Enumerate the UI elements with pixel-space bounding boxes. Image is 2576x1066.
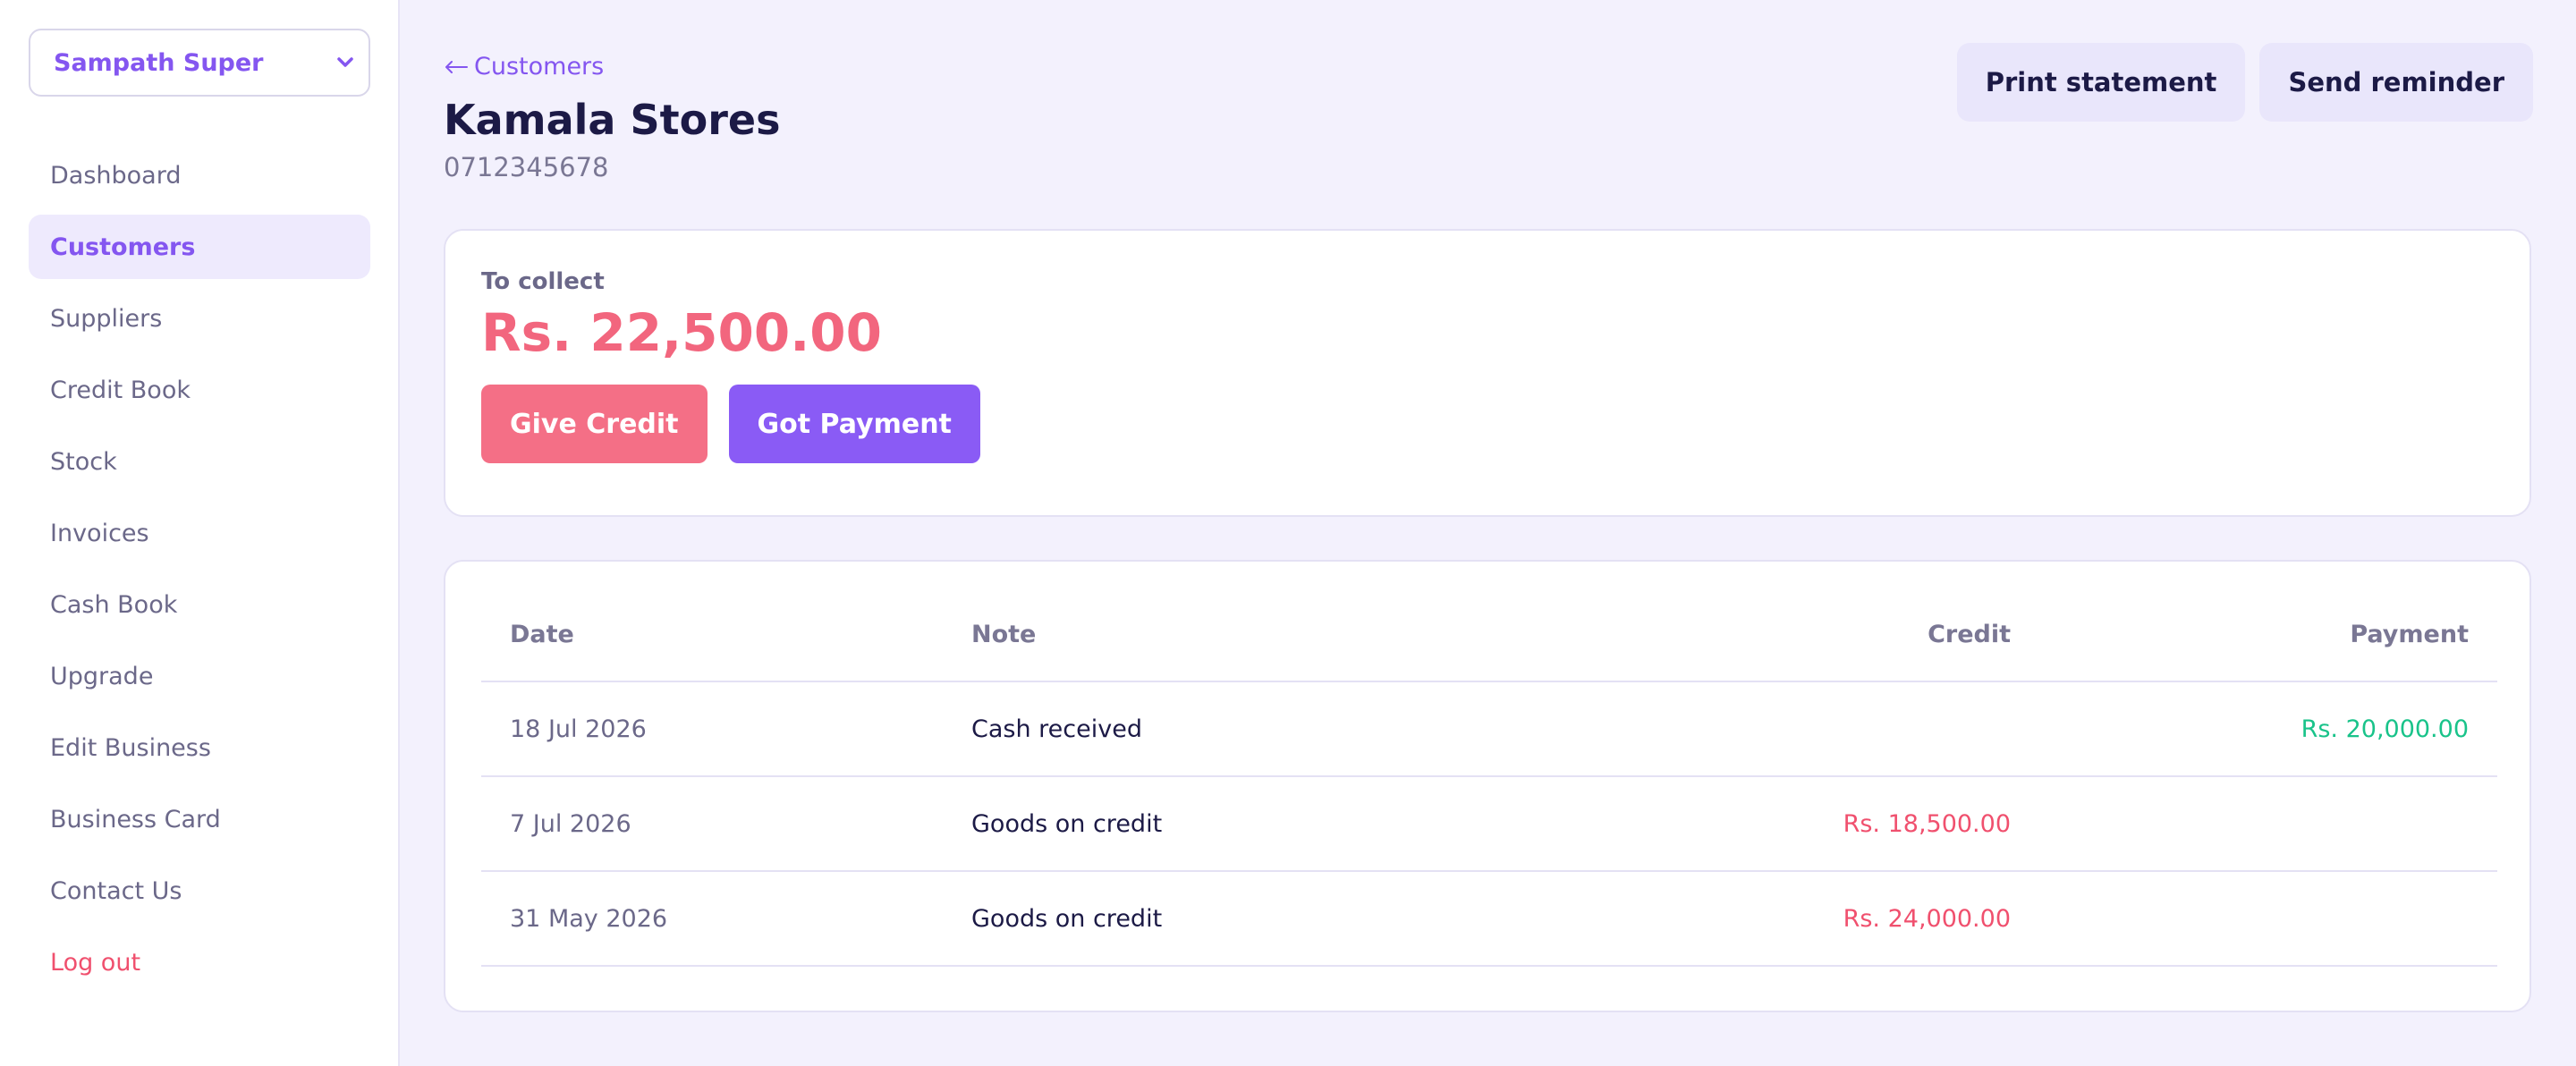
table-row[interactable]: 7 Jul 2026 Goods on credit Rs. 18,500.00: [481, 776, 2497, 872]
sidebar-item-edit-business[interactable]: Edit Business: [29, 715, 370, 780]
row-date: 18 Jul 2026: [481, 681, 943, 777]
column-header-date: Date: [481, 588, 943, 682]
table-row[interactable]: 18 Jul 2026 Cash received Rs. 20,000.00: [481, 681, 2497, 777]
app-root: Sampath Super Dashboard Customers Suppli…: [0, 0, 2576, 1066]
business-select[interactable]: Sampath Super: [29, 29, 370, 97]
row-note: Cash received: [943, 681, 1551, 777]
row-credit: Rs. 24,000.00: [1551, 871, 2039, 967]
sidebar-item-dashboard[interactable]: Dashboard: [29, 143, 370, 207]
transactions-card: Date Note Credit Payment 18 Jul 2026 Cas…: [444, 560, 2531, 1012]
got-payment-button[interactable]: Got Payment: [728, 385, 980, 463]
row-date: 31 May 2026: [481, 871, 943, 967]
business-name: Sampath Super: [54, 48, 264, 77]
row-note: Goods on credit: [943, 871, 1551, 967]
balance-label: To collect: [481, 268, 605, 295]
sidebar-item-credit-book[interactable]: Credit Book: [29, 358, 370, 422]
row-note: Goods on credit: [943, 776, 1551, 872]
column-header-credit: Credit: [1551, 588, 2039, 682]
sidebar-item-logout[interactable]: Log out: [29, 930, 370, 994]
sidebar-item-suppliers[interactable]: Suppliers: [29, 286, 370, 351]
row-payment: [2039, 776, 2497, 872]
transactions-table: Date Note Credit Payment 18 Jul 2026 Cas…: [481, 588, 2497, 967]
header-actions: Print statement Send reminder: [1956, 43, 2533, 122]
send-reminder-button[interactable]: Send reminder: [2259, 43, 2533, 122]
sidebar-item-cash-book[interactable]: Cash Book: [29, 572, 370, 637]
main-content: Customers Kamala Stores 0712345678 Print…: [400, 0, 2576, 1066]
print-statement-button[interactable]: Print statement: [1956, 43, 2246, 122]
sidebar: Sampath Super Dashboard Customers Suppli…: [0, 0, 400, 1066]
balance-actions: Give Credit Got Payment: [481, 385, 2494, 463]
sidebar-nav: Dashboard Customers Suppliers Credit Boo…: [29, 143, 370, 994]
column-header-payment: Payment: [2039, 588, 2497, 682]
table-row[interactable]: 31 May 2026 Goods on credit Rs. 24,000.0…: [481, 871, 2497, 967]
balance-amount: Rs. 22,500.00: [481, 302, 882, 363]
sidebar-item-invoices[interactable]: Invoices: [29, 501, 370, 565]
table-header-row: Date Note Credit Payment: [481, 588, 2497, 682]
row-payment: Rs. 20,000.00: [2039, 681, 2497, 777]
arrow-left-icon: [444, 53, 469, 80]
row-date: 7 Jul 2026: [481, 776, 943, 872]
sidebar-item-contact-us[interactable]: Contact Us: [29, 859, 370, 923]
balance-summary-card: To collect Rs. 22,500.00 Give Credit Got…: [444, 229, 2531, 517]
row-credit: [1551, 681, 2039, 777]
row-credit: Rs. 18,500.00: [1551, 776, 2039, 872]
give-credit-button[interactable]: Give Credit: [481, 385, 708, 463]
column-header-note: Note: [943, 588, 1551, 682]
back-link-label: Customers: [474, 52, 605, 80]
sidebar-item-stock[interactable]: Stock: [29, 429, 370, 494]
customer-phone: 0712345678: [444, 152, 609, 182]
row-payment: [2039, 871, 2497, 967]
sidebar-item-upgrade[interactable]: Upgrade: [29, 644, 370, 708]
chevron-down-icon: [335, 52, 356, 73]
sidebar-item-business-card[interactable]: Business Card: [29, 787, 370, 851]
sidebar-item-customers[interactable]: Customers: [29, 215, 370, 279]
